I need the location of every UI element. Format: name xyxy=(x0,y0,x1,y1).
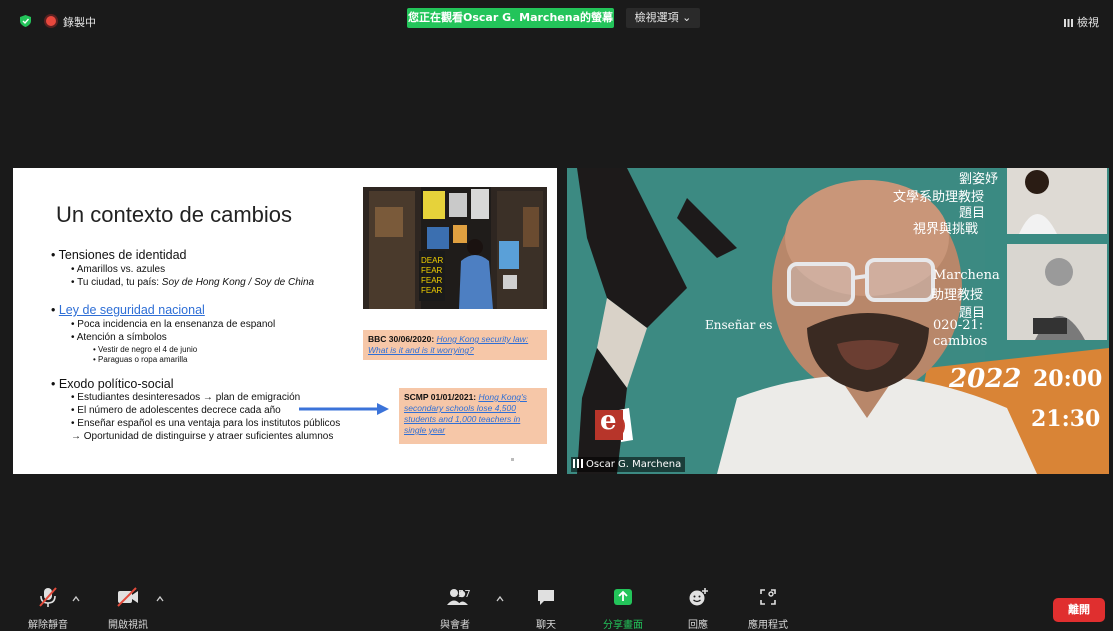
signal-strength-icon xyxy=(573,459,583,468)
apps-button[interactable]: 應用程式 xyxy=(742,585,794,631)
video-options-caret-icon[interactable] xyxy=(156,595,164,603)
start-video-button[interactable]: 開啟視訊 xyxy=(104,585,152,631)
bullet-ciudad: • Tu ciudad, tu país: Soy de Hong Kong /… xyxy=(71,277,315,288)
recording-label: 錄製中 xyxy=(63,16,96,29)
poster-background xyxy=(567,168,1109,474)
bullet-vestir: • Vestir de negro el 4 de junio xyxy=(93,345,198,354)
apps-label: 應用程式 xyxy=(748,620,788,631)
svg-text:FEAR: FEAR xyxy=(421,286,443,295)
poster-time-end: 21:30 xyxy=(1031,406,1101,432)
share-screen-button[interactable]: 分享畫面 xyxy=(596,585,650,631)
scmp-reference-box: SCMP 01/01/2021: Hong Kong's secondary s… xyxy=(399,388,547,444)
shared-screen-slide: Un contexto de cambios • Tensiones de id… xyxy=(13,168,557,474)
participants-label: 與會者 xyxy=(440,620,470,631)
share-screen-icon xyxy=(614,589,632,605)
poster-name-zh: 劉姿妤 xyxy=(959,172,999,187)
participant-video-tile[interactable]: 劉姿妤 文學系助理教授 題目 視界與挑戰 Marchena 助理教授 題目 02… xyxy=(567,168,1109,474)
svg-text:FEAR: FEAR xyxy=(421,276,443,285)
view-options-button[interactable]: 檢視選項 ⌄ xyxy=(626,8,700,28)
chat-icon xyxy=(538,590,554,605)
mic-muted-icon xyxy=(39,587,57,607)
leave-meeting-button[interactable]: 離開 xyxy=(1053,598,1105,622)
participant-name-label: Oscar G. Marchena xyxy=(571,457,686,472)
meeting-topbar: 錄製中 您正在觀看Oscar G. Marchena的螢幕 檢視選項 ⌄ 檢視 xyxy=(0,0,1113,42)
meeting-toolbar: 解除靜音 開啟視訊 57 與會者 聊天 分享畫面 回應 應用程式 xyxy=(0,585,1113,631)
poster-year-span: 020-21: xyxy=(933,318,984,333)
bullet-numero: • El número de adolescentes decrece cada… xyxy=(71,405,281,416)
reactions-button[interactable]: 回應 xyxy=(678,585,718,631)
bullet-exodo: • Exodo político-social xyxy=(51,377,174,391)
svg-text:DEAR: DEAR xyxy=(421,256,443,265)
viewing-screen-banner: 您正在觀看Oscar G. Marchena的螢幕 xyxy=(407,8,614,28)
recording-icon xyxy=(46,16,56,26)
poster-name-lat: Marchena xyxy=(933,268,1000,283)
poster-subtopic-zh: 視界與挑戰 xyxy=(913,222,979,237)
bbc-reference-box: BBC 30/06/2020: Hong Kong security law: … xyxy=(363,330,547,360)
bullet-tensiones: • Tensiones de identidad xyxy=(51,248,187,262)
participants-caret-icon[interactable] xyxy=(496,595,504,603)
bullet-amarillos: • Amarillos vs. azules xyxy=(71,264,166,275)
poster-ensenar: Enseñar es xyxy=(705,318,773,332)
bullet-oportunidad: → Oportunidad de distinguirse y atraer s… xyxy=(71,431,334,442)
unmute-label: 解除靜音 xyxy=(28,620,68,631)
grid-icon xyxy=(1064,19,1073,27)
slide-page-indicator xyxy=(511,458,514,461)
bullet-ensenar: • Enseñar español es una ventaja para lo… xyxy=(71,418,341,429)
share-screen-label: 分享畫面 xyxy=(603,620,643,631)
security-shield-icon[interactable] xyxy=(20,15,31,27)
start-video-label: 開啟視訊 xyxy=(108,620,148,631)
view-layout-button[interactable]: 檢視 xyxy=(1064,14,1099,30)
bullet-paraguas: • Paraguas o ropa amarilla xyxy=(93,355,188,364)
poster-cambios: cambios xyxy=(933,334,988,349)
view-layout-label: 檢視 xyxy=(1077,16,1099,29)
ley-link[interactable]: Ley de seguridad nacional xyxy=(59,303,205,317)
arrow-icon xyxy=(299,403,389,415)
apps-icon xyxy=(760,589,776,605)
chat-label: 聊天 xyxy=(536,620,556,631)
bullet-ley: • Ley de seguridad nacional xyxy=(51,303,205,317)
unmute-button[interactable]: 解除靜音 xyxy=(24,585,72,631)
svg-text:FEAR: FEAR xyxy=(421,266,443,275)
participants-count: 57 xyxy=(458,589,471,600)
poster-time-start: 20:00 xyxy=(1033,366,1103,392)
poster-logo: e xyxy=(600,406,617,436)
bullet-poca: • Poca incidencia en la ensenanza de esp… xyxy=(71,319,276,330)
bullet-estudiantes: • Estudiantes desinteresados → plan de e… xyxy=(71,392,301,403)
reactions-label: 回應 xyxy=(688,620,708,631)
chat-button[interactable]: 聊天 xyxy=(526,585,566,631)
reactions-icon xyxy=(689,588,708,606)
poster-role-zh: 助理教授 xyxy=(931,288,984,303)
camera-off-icon xyxy=(117,587,138,607)
poster-year: 2022 xyxy=(949,364,1022,394)
audio-options-caret-icon[interactable] xyxy=(72,595,80,603)
protest-photo: DEAR FEAR FEAR FEAR xyxy=(363,187,547,309)
bullet-atencion: • Atención a símbolos xyxy=(71,332,167,343)
participants-button[interactable]: 57 與會者 xyxy=(430,585,480,631)
